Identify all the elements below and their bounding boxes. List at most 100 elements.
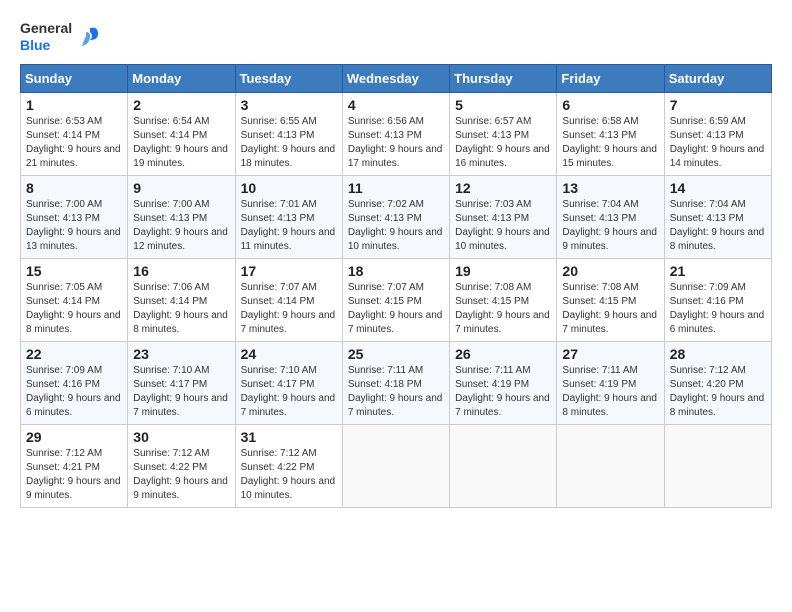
day-info: Sunrise: 7:04 AMSunset: 4:13 PMDaylight:…	[670, 198, 766, 254]
day-number: 3	[241, 97, 337, 113]
weekday-header-tuesday: Tuesday	[235, 64, 342, 92]
calendar-table: SundayMondayTuesdayWednesdayThursdayFrid…	[20, 64, 772, 508]
calendar-cell: 14 Sunrise: 7:04 AMSunset: 4:13 PMDayligh…	[664, 175, 771, 258]
day-info: Sunrise: 7:10 AMSunset: 4:17 PMDaylight:…	[241, 364, 337, 420]
day-info: Sunrise: 7:12 AMSunset: 4:22 PMDaylight:…	[241, 447, 337, 503]
calendar-cell: 5Sunrise: 6:57 AMSunset: 4:13 PMDaylight…	[450, 92, 557, 175]
weekday-header-thursday: Thursday	[450, 64, 557, 92]
day-number: 15	[26, 263, 122, 279]
calendar-cell	[450, 424, 557, 507]
calendar-header: SundayMondayTuesdayWednesdayThursdayFrid…	[21, 64, 772, 92]
calendar-cell: 28 Sunrise: 7:12 AMSunset: 4:20 PMDayligh…	[664, 341, 771, 424]
logo: General Blue	[20, 20, 98, 54]
day-number: 14	[670, 180, 766, 196]
weekday-header-row: SundayMondayTuesdayWednesdayThursdayFrid…	[21, 64, 772, 92]
day-info: Sunrise: 7:08 AMSunset: 4:15 PMDaylight:…	[455, 281, 551, 337]
day-info: Sunrise: 7:07 AMSunset: 4:15 PMDaylight:…	[348, 281, 444, 337]
logo-bird-icon	[76, 26, 98, 48]
day-info: Sunrise: 7:11 AMSunset: 4:19 PMDaylight:…	[455, 364, 551, 420]
weekday-header-monday: Monday	[128, 64, 235, 92]
day-number: 23	[133, 346, 229, 362]
calendar-cell: 2 Sunrise: 6:54 AMSunset: 4:14 PMDaylight…	[128, 92, 235, 175]
weekday-header-friday: Friday	[557, 64, 664, 92]
day-info: Sunrise: 7:06 AMSunset: 4:14 PMDaylight:…	[133, 281, 229, 337]
calendar-cell: 7 Sunrise: 6:59 AMSunset: 4:13 PMDaylight…	[664, 92, 771, 175]
day-info: Sunrise: 7:05 AMSunset: 4:14 PMDaylight:…	[26, 281, 122, 337]
day-number: 30	[133, 429, 229, 445]
calendar-cell: 26 Sunrise: 7:11 AMSunset: 4:19 PMDayligh…	[450, 341, 557, 424]
day-number: 25	[348, 346, 444, 362]
day-number: 10	[241, 180, 337, 196]
day-number: 4	[348, 97, 444, 113]
day-info: Sunrise: 6:56 AMSunset: 4:13 PMDaylight:…	[348, 115, 444, 171]
calendar-cell: 21 Sunrise: 7:09 AMSunset: 4:16 PMDayligh…	[664, 258, 771, 341]
day-number: 16	[133, 263, 229, 279]
calendar-cell: 9 Sunrise: 7:00 AMSunset: 4:13 PMDaylight…	[128, 175, 235, 258]
day-info: Sunrise: 7:04 AMSunset: 4:13 PMDaylight:…	[562, 198, 658, 254]
day-info: Sunrise: 7:09 AMSunset: 4:16 PMDaylight:…	[670, 281, 766, 337]
weekday-header-wednesday: Wednesday	[342, 64, 449, 92]
weekday-header-sunday: Sunday	[21, 64, 128, 92]
logo-text: General Blue	[20, 20, 98, 54]
day-info: Sunrise: 7:01 AMSunset: 4:13 PMDaylight:…	[241, 198, 337, 254]
calendar-cell: 1 Sunrise: 6:53 AMSunset: 4:14 PMDaylight…	[21, 92, 128, 175]
calendar-cell: 18 Sunrise: 7:07 AMSunset: 4:15 PMDayligh…	[342, 258, 449, 341]
day-info: Sunrise: 7:08 AMSunset: 4:15 PMDaylight:…	[562, 281, 658, 337]
day-number: 26	[455, 346, 551, 362]
day-number: 19	[455, 263, 551, 279]
day-info: Sunrise: 6:54 AMSunset: 4:14 PMDaylight:…	[133, 115, 229, 171]
day-number: 12	[455, 180, 551, 196]
calendar-week-row: 29Sunrise: 7:12 AMSunset: 4:21 PMDayligh…	[21, 424, 772, 507]
day-info: Sunrise: 6:58 AMSunset: 4:13 PMDaylight:…	[562, 115, 658, 171]
day-number: 8	[26, 180, 122, 196]
calendar-cell: 4 Sunrise: 6:56 AMSunset: 4:13 PMDaylight…	[342, 92, 449, 175]
calendar-cell: 17 Sunrise: 7:07 AMSunset: 4:14 PMDayligh…	[235, 258, 342, 341]
calendar-cell: 22Sunrise: 7:09 AMSunset: 4:16 PMDayligh…	[21, 341, 128, 424]
day-number: 21	[670, 263, 766, 279]
day-number: 17	[241, 263, 337, 279]
day-info: Sunrise: 7:11 AMSunset: 4:18 PMDaylight:…	[348, 364, 444, 420]
day-info: Sunrise: 7:02 AMSunset: 4:13 PMDaylight:…	[348, 198, 444, 254]
calendar-week-row: 1 Sunrise: 6:53 AMSunset: 4:14 PMDaylight…	[21, 92, 772, 175]
calendar-cell	[557, 424, 664, 507]
day-number: 31	[241, 429, 337, 445]
calendar-cell: 6 Sunrise: 6:58 AMSunset: 4:13 PMDaylight…	[557, 92, 664, 175]
calendar-cell: 11 Sunrise: 7:02 AMSunset: 4:13 PMDayligh…	[342, 175, 449, 258]
calendar-week-row: 8 Sunrise: 7:00 AMSunset: 4:13 PMDaylight…	[21, 175, 772, 258]
day-info: Sunrise: 7:12 AMSunset: 4:21 PMDaylight:…	[26, 447, 122, 503]
day-number: 22	[26, 346, 122, 362]
calendar-cell: 3 Sunrise: 6:55 AMSunset: 4:13 PMDaylight…	[235, 92, 342, 175]
day-number: 18	[348, 263, 444, 279]
calendar-cell: 8Sunrise: 7:00 AMSunset: 4:13 PMDaylight…	[21, 175, 128, 258]
day-info: Sunrise: 7:03 AMSunset: 4:13 PMDaylight:…	[455, 198, 551, 254]
calendar-body: 1 Sunrise: 6:53 AMSunset: 4:14 PMDaylight…	[21, 92, 772, 507]
calendar-cell: 23Sunrise: 7:10 AMSunset: 4:17 PMDayligh…	[128, 341, 235, 424]
day-info: Sunrise: 7:12 AMSunset: 4:22 PMDaylight:…	[133, 447, 229, 503]
day-info: Sunrise: 7:12 AMSunset: 4:20 PMDaylight:…	[670, 364, 766, 420]
page-header: General Blue	[20, 20, 772, 54]
calendar-cell: 31 Sunrise: 7:12 AMSunset: 4:22 PMDayligh…	[235, 424, 342, 507]
day-info: Sunrise: 6:59 AMSunset: 4:13 PMDaylight:…	[670, 115, 766, 171]
day-number: 11	[348, 180, 444, 196]
calendar-cell	[342, 424, 449, 507]
day-number: 27	[562, 346, 658, 362]
day-info: Sunrise: 6:57 AMSunset: 4:13 PMDaylight:…	[455, 115, 551, 171]
calendar-cell: 24Sunrise: 7:10 AMSunset: 4:17 PMDayligh…	[235, 341, 342, 424]
day-number: 28	[670, 346, 766, 362]
calendar-cell: 13 Sunrise: 7:04 AMSunset: 4:13 PMDayligh…	[557, 175, 664, 258]
day-number: 6	[562, 97, 658, 113]
day-info: Sunrise: 6:53 AMSunset: 4:14 PMDaylight:…	[26, 115, 122, 171]
calendar-cell: 19 Sunrise: 7:08 AMSunset: 4:15 PMDayligh…	[450, 258, 557, 341]
day-number: 9	[133, 180, 229, 196]
day-info: Sunrise: 6:55 AMSunset: 4:13 PMDaylight:…	[241, 115, 337, 171]
day-number: 1	[26, 97, 122, 113]
calendar-cell: 20Sunrise: 7:08 AMSunset: 4:15 PMDayligh…	[557, 258, 664, 341]
day-info: Sunrise: 7:00 AMSunset: 4:13 PMDaylight:…	[133, 198, 229, 254]
calendar-cell: 25 Sunrise: 7:11 AMSunset: 4:18 PMDayligh…	[342, 341, 449, 424]
day-number: 7	[670, 97, 766, 113]
day-number: 2	[133, 97, 229, 113]
calendar-cell: 15 Sunrise: 7:05 AMSunset: 4:14 PMDayligh…	[21, 258, 128, 341]
day-info: Sunrise: 7:07 AMSunset: 4:14 PMDaylight:…	[241, 281, 337, 337]
day-info: Sunrise: 7:11 AMSunset: 4:19 PMDaylight:…	[562, 364, 658, 420]
day-number: 13	[562, 180, 658, 196]
